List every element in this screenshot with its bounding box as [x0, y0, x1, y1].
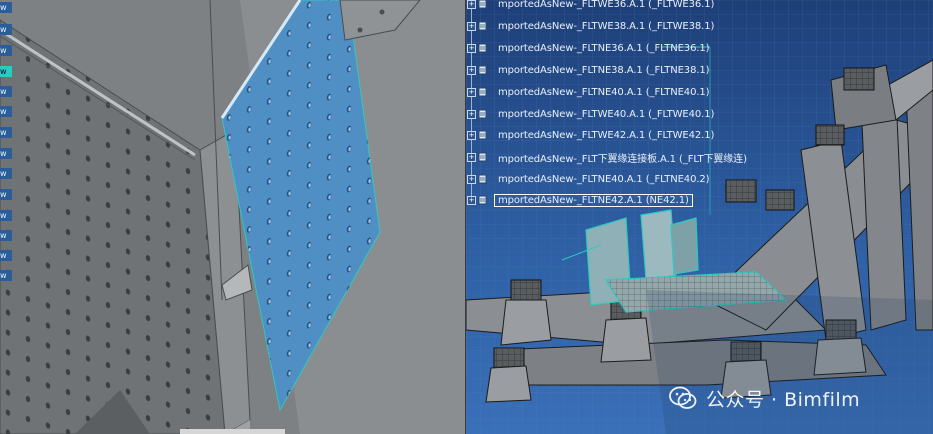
expand-plus-icon[interactable]: + — [467, 152, 476, 162]
tree-stub-item[interactable]: w — [0, 189, 12, 200]
tree-node[interactable]: + mportedAsNew-_FLTWE38.A.1 (_FLTWE38.1) — [466, 18, 714, 34]
expand-plus-icon[interactable]: + — [467, 87, 476, 97]
tree-node-label[interactable]: mportedAsNew-_FLTNE40.A.1 (_FLTNE40.2) — [498, 174, 710, 185]
tree-stub-item[interactable]: w — [0, 45, 12, 56]
tree-node-label[interactable]: mportedAsNew-_FLTNE42.A.1 (NE42.1) — [494, 193, 693, 207]
tree-stub-item-active[interactable]: w — [0, 66, 12, 77]
part-node-icon — [478, 43, 487, 53]
tree-node-label[interactable]: mportedAsNew-_FLTNE36.A.1 (_FLTNE36.1) — [498, 43, 710, 54]
expand-plus-icon[interactable]: + — [467, 43, 476, 53]
tree-node[interactable]: + mportedAsNew-_FLTWE36.A.1 (_FLTWE36.1) — [466, 0, 714, 12]
viewport-bottom-bar — [180, 429, 285, 434]
part-node-icon — [478, 0, 487, 9]
tree-node[interactable]: + mportedAsNew-_FLT下翼缘连接板.A.1 (_FLT下翼缘连) — [466, 149, 747, 165]
watermark: 公众号 · Bimfilm — [668, 383, 860, 413]
tree-node[interactable]: + mportedAsNew-_FLTNE36.A.1 (_FLTNE36.1) — [466, 40, 710, 56]
tree-node-label[interactable]: mportedAsNew-_FLTNE40.A.1 (_FLTNE40.1) — [498, 87, 710, 98]
left-tree-stub-column: w w w w w w w w w w w w w w — [0, 0, 14, 300]
part-node-icon — [478, 195, 487, 205]
tree-stub-item[interactable]: w — [0, 2, 12, 13]
wechat-icon — [669, 386, 697, 409]
tree-stub-item[interactable]: w — [0, 168, 12, 179]
part-node-icon — [478, 174, 487, 184]
tree-node-label[interactable]: mportedAsNew-_FLTNE38.A.1 (_FLTNE38.1) — [498, 65, 710, 76]
expand-plus-icon[interactable]: + — [467, 65, 476, 75]
tree-node-label[interactable]: mportedAsNew-_FLTWE38.A.1 (_FLTWE38.1) — [498, 21, 714, 32]
tree-stub-item[interactable]: w — [0, 24, 12, 35]
part-node-icon — [478, 109, 487, 119]
tree-stub-item[interactable]: w — [0, 270, 12, 281]
tree-stub-item[interactable]: w — [0, 127, 12, 138]
part-node-icon — [478, 130, 487, 140]
tree-stub-item[interactable]: w — [0, 230, 12, 241]
tree-node-label[interactable]: mportedAsNew-_FLTWE40.A.1 (_FLTWE40.1) — [498, 109, 714, 120]
tree-node[interactable]: + mportedAsNew-_FLTNE40.A.1 (_FLTNE40.1) — [466, 84, 710, 100]
expand-plus-icon[interactable]: + — [467, 174, 476, 184]
expand-plus-icon[interactable]: + — [467, 0, 476, 9]
tree-node[interactable]: + mportedAsNew-_FLTWE40.A.1 (_FLTWE40.1) — [466, 106, 714, 122]
part-node-icon — [478, 87, 487, 97]
steel-plate-closeup-render — [0, 0, 465, 434]
specification-tree: + mportedAsNew-_FLTWE36.A.1 (_FLTWE36.1)… — [466, 0, 747, 215]
tree-node-label[interactable]: mportedAsNew-_FLTWE36.A.1 (_FLTWE36.1) — [498, 0, 714, 10]
tree-node[interactable]: + mportedAsNew-_FLTWE42.A.1 (_FLTWE42.1) — [466, 127, 714, 143]
left-3d-viewport[interactable]: w w w w w w w w w w w w w w — [0, 0, 465, 434]
part-node-icon — [478, 152, 487, 162]
expand-plus-icon[interactable]: + — [467, 109, 476, 119]
tree-stub-item[interactable]: w — [0, 210, 12, 221]
tree-stub-item[interactable]: w — [0, 86, 12, 97]
tree-node-selected[interactable]: + mportedAsNew-_FLTNE42.A.1 (NE42.1) — [466, 192, 696, 208]
tree-stub-item[interactable]: w — [0, 250, 12, 261]
expand-plus-icon[interactable]: + — [467, 195, 476, 205]
expand-plus-icon[interactable]: + — [467, 21, 476, 31]
part-node-icon — [478, 65, 487, 75]
watermark-text: 公众号 · Bimfilm — [706, 388, 861, 411]
tree-stub-item[interactable]: w — [0, 148, 12, 159]
part-node-icon — [478, 21, 487, 31]
tree-node[interactable]: + mportedAsNew-_FLTNE40.A.1 (_FLTNE40.2) — [466, 171, 710, 187]
tree-node[interactable]: + mportedAsNew-_FLTNE38.A.1 (_FLTNE38.1) — [466, 62, 710, 78]
tree-stub-item[interactable]: w — [0, 106, 12, 117]
tree-node-label[interactable]: mportedAsNew-_FLT下翼缘连接板.A.1 (_FLT下翼缘连) — [498, 150, 747, 165]
tree-node-label[interactable]: mportedAsNew-_FLTWE42.A.1 (_FLTWE42.1) — [498, 130, 714, 141]
expand-plus-icon[interactable]: + — [467, 130, 476, 140]
